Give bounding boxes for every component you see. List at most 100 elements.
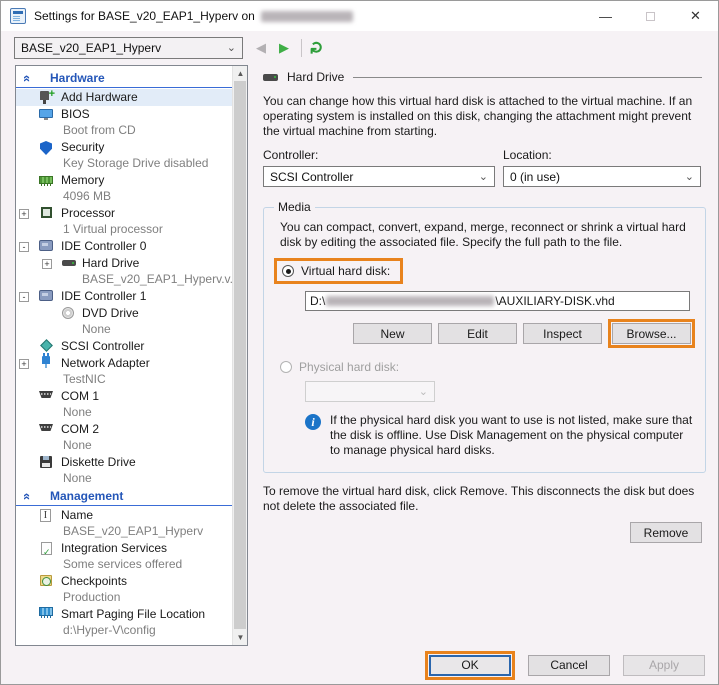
hard-drive-settings-panel: Hard Drive You can change how this virtu… bbox=[248, 65, 705, 646]
navigate-back-button[interactable]: ◀ bbox=[256, 41, 266, 54]
virtual-hard-disk-radio[interactable] bbox=[282, 265, 294, 277]
sidebar-item-memory[interactable]: Memory bbox=[16, 172, 232, 189]
memory-icon bbox=[39, 176, 53, 184]
hard-drive-icon bbox=[263, 74, 278, 81]
rename-icon: I bbox=[40, 509, 51, 522]
com-port-icon bbox=[39, 424, 53, 431]
sidebar-item-name[interactable]: I Name bbox=[16, 507, 232, 524]
sidebar-item-com1[interactable]: COM 1 bbox=[16, 388, 232, 405]
physical-hard-disk-radio[interactable] bbox=[280, 361, 292, 373]
sidebar-item-bios[interactable]: BIOS bbox=[16, 106, 232, 123]
scrollbar-thumb[interactable] bbox=[234, 81, 246, 629]
ide-controller-icon bbox=[39, 240, 53, 251]
dvd-drive-icon bbox=[62, 307, 74, 319]
chevron-down-icon: ⌄ bbox=[227, 41, 236, 54]
edit-button[interactable]: Edit bbox=[438, 323, 517, 344]
remove-button[interactable]: Remove bbox=[630, 522, 702, 543]
sidebar-item-com2[interactable]: COM 2 bbox=[16, 421, 232, 438]
scsi-controller-icon bbox=[40, 339, 53, 352]
toolbar-separator bbox=[301, 39, 302, 57]
section-header-management[interactable]: « Management bbox=[16, 487, 232, 506]
sidebar-item-diskette-drive[interactable]: Diskette Drive bbox=[16, 454, 232, 471]
integration-services-icon bbox=[41, 542, 52, 555]
sidebar-sub-dvd-drive: None bbox=[16, 322, 232, 338]
section-title: Hard Drive bbox=[287, 70, 344, 84]
shield-icon bbox=[40, 141, 52, 155]
sidebar-item-scsi-controller[interactable]: SCSI Controller bbox=[16, 338, 232, 355]
apply-button[interactable]: Apply bbox=[623, 655, 705, 676]
cancel-button[interactable]: Cancel bbox=[528, 655, 610, 676]
virtual-hard-disk-label: Virtual hard disk: bbox=[301, 264, 390, 278]
collapse-chevron-icon: « bbox=[21, 75, 34, 82]
sidebar-sub-memory: 4096 MB bbox=[16, 189, 232, 205]
sidebar-item-ide-controller-1[interactable]: - IDE Controller 1 bbox=[16, 288, 232, 305]
media-intro-text: You can compact, convert, expand, merge,… bbox=[280, 220, 695, 250]
physical-hard-disk-label: Physical hard disk: bbox=[299, 360, 399, 374]
sidebar-item-integration-services[interactable]: Integration Services bbox=[16, 540, 232, 557]
media-groupbox: Media You can compact, convert, expand, … bbox=[263, 200, 706, 473]
new-button[interactable]: New bbox=[353, 323, 432, 344]
sidebar-sub-processor: 1 Virtual processor bbox=[16, 222, 232, 238]
sidebar-sub-bios: Boot from CD bbox=[16, 123, 232, 139]
collapse-chevron-icon: « bbox=[21, 493, 34, 500]
settings-dialog: Settings for BASE_v20_EAP1_Hyperv on — ✕… bbox=[0, 0, 719, 685]
scroll-down-icon[interactable]: ▼ bbox=[233, 630, 248, 645]
hyperv-settings-icon bbox=[10, 8, 26, 24]
add-hardware-icon bbox=[40, 91, 49, 104]
hard-drive-icon bbox=[62, 260, 76, 266]
inspect-button[interactable]: Inspect bbox=[523, 323, 602, 344]
chevron-down-icon: ⌄ bbox=[419, 385, 428, 398]
browse-button[interactable]: Browse... bbox=[612, 323, 691, 344]
scroll-up-icon[interactable]: ▲ bbox=[233, 66, 248, 81]
vm-selector-dropdown[interactable]: BASE_v20_EAP1_Hyperv ⌄ bbox=[14, 37, 243, 59]
sidebar-item-processor[interactable]: + Processor bbox=[16, 205, 232, 222]
processor-icon bbox=[41, 207, 52, 218]
sidebar-item-ide-controller-0[interactable]: - IDE Controller 0 bbox=[16, 238, 232, 255]
location-dropdown[interactable]: 0 (in use) ⌄ bbox=[503, 166, 701, 187]
media-legend: Media bbox=[274, 200, 315, 214]
vhd-path-input[interactable]: D:\ \AUXILIARY-DISK.vhd bbox=[305, 291, 690, 311]
ok-button[interactable]: OK bbox=[429, 655, 511, 676]
controller-label: Controller: bbox=[263, 148, 495, 162]
sidebar-item-security[interactable]: Security bbox=[16, 139, 232, 156]
navigate-forward-button[interactable]: ▶ bbox=[279, 41, 289, 54]
expand-icon[interactable]: + bbox=[19, 209, 29, 219]
minimize-button[interactable]: — bbox=[583, 1, 628, 31]
collapse-icon[interactable]: - bbox=[19, 292, 29, 302]
sidebar-item-dvd-drive[interactable]: DVD Drive bbox=[16, 305, 232, 322]
chevron-down-icon: ⌄ bbox=[685, 170, 694, 183]
ok-annotation: OK bbox=[425, 651, 515, 680]
sidebar-sub-checkpoints: Production bbox=[16, 590, 232, 606]
expand-icon[interactable]: + bbox=[19, 359, 29, 369]
sidebar-item-checkpoints[interactable]: Checkpoints bbox=[16, 573, 232, 590]
window-title: Settings for BASE_v20_EAP1_Hyperv on bbox=[34, 9, 255, 23]
collapse-icon[interactable]: - bbox=[19, 242, 29, 252]
dialog-footer: OK Cancel Apply bbox=[1, 646, 718, 684]
location-label: Location: bbox=[503, 148, 701, 162]
sidebar-sub-name: BASE_v20_EAP1_Hyperv bbox=[16, 524, 232, 540]
sidebar-item-add-hardware[interactable]: Add Hardware bbox=[16, 89, 232, 106]
sidebar-item-smart-paging[interactable]: Smart Paging File Location bbox=[16, 606, 232, 623]
close-button[interactable]: ✕ bbox=[673, 1, 718, 31]
vhd-path-prefix: D:\ bbox=[310, 294, 325, 308]
toolbar: BASE_v20_EAP1_Hyperv ⌄ ◀ ▶ ↻ bbox=[1, 31, 718, 64]
physical-disk-dropdown: ⌄ bbox=[305, 381, 435, 402]
bios-icon bbox=[39, 109, 53, 118]
controller-dropdown[interactable]: SCSI Controller ⌄ bbox=[263, 166, 495, 187]
sidebar-sub-smart-paging: d:\Hyper-V\config bbox=[16, 623, 232, 639]
chevron-down-icon: ⌄ bbox=[479, 170, 488, 183]
expand-icon[interactable]: + bbox=[42, 259, 52, 269]
sidebar-sub-network-adapter: TestNIC bbox=[16, 372, 232, 388]
sidebar-sub-com2: None bbox=[16, 438, 232, 454]
ide-controller-icon bbox=[39, 290, 53, 301]
checkpoints-icon bbox=[40, 575, 52, 586]
refresh-button[interactable]: ↻ bbox=[309, 40, 326, 54]
physical-disk-info-text: If the physical hard disk you want to us… bbox=[330, 413, 695, 458]
maximize-button[interactable] bbox=[628, 1, 673, 31]
sidebar-item-network-adapter[interactable]: + Network Adapter bbox=[16, 355, 232, 372]
sidebar-item-hard-drive[interactable]: + Hard Drive bbox=[16, 255, 232, 272]
maximize-icon bbox=[646, 12, 655, 21]
redacted-path-segment bbox=[326, 296, 494, 306]
redacted-hostname bbox=[261, 11, 353, 22]
sidebar-scrollbar[interactable]: ▲ ▼ bbox=[232, 66, 247, 645]
